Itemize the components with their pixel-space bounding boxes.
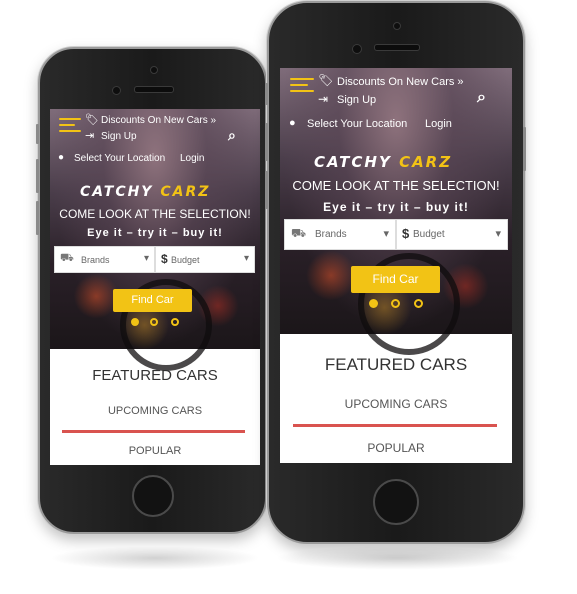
hero-banner: 🏷 Discounts On New Cars » ⇥ Sign Up ⌕ ● … (280, 68, 512, 355)
menu-icon[interactable] (59, 118, 81, 136)
site-logo: CATCHY CARZ (80, 184, 211, 200)
search-icon[interactable]: ⌕ (228, 127, 236, 144)
featured-cars-title: FEATURED CARS (92, 367, 218, 384)
map-marker-icon: ● (58, 152, 65, 163)
proximity-sensor (352, 44, 362, 54)
proximity-sensor (112, 86, 121, 95)
power-button (523, 127, 526, 171)
hero-headline: COME LOOK AT THE SELECTION! (59, 207, 251, 221)
home-button (132, 475, 174, 517)
dollar-icon: $ (402, 226, 410, 241)
carousel-dot-3[interactable] (414, 299, 423, 308)
volume-up-button (36, 159, 39, 193)
front-camera (150, 66, 158, 74)
volume-down-button (36, 201, 39, 235)
dollar-icon: $ (161, 252, 168, 266)
carousel-dot-1[interactable] (369, 299, 378, 308)
tab-popular[interactable]: POPULAR (280, 441, 512, 455)
search-icon[interactable]: ⌕ (477, 89, 486, 107)
hero-headline: COME LOOK AT THE SELECTION! (292, 178, 500, 193)
active-tab-underline (293, 424, 497, 427)
hero-tagline: Eye it – try it – buy it! (87, 227, 223, 239)
featured-cars-title: FEATURED CARS (324, 355, 468, 374)
mute-switch (36, 124, 39, 144)
map-marker-icon: ● (289, 117, 296, 129)
carousel-dot-2[interactable] (150, 318, 158, 326)
tag-icon: 🏷 (85, 114, 99, 126)
menu-icon[interactable] (290, 78, 314, 96)
tag-icon: 🏷 (318, 73, 334, 87)
car-icon: ⛟ (291, 226, 307, 240)
right-phone-screen: 🏷 Discounts On New Cars » ⇥ Sign Up ⌕ ● … (280, 68, 512, 463)
volume-up-button (265, 123, 268, 161)
home-button (373, 479, 419, 525)
tab-upcoming-cars[interactable]: UPCOMING CARS (50, 405, 260, 417)
location-link[interactable]: Select Your Location (307, 118, 407, 130)
carousel-dot-2[interactable] (391, 299, 400, 308)
tab-popular[interactable]: POPULAR (50, 445, 260, 457)
location-link[interactable]: Select Your Location (74, 153, 165, 164)
brands-select[interactable]: ⛟ Brands ▾ (284, 219, 396, 250)
earpiece-speaker (374, 44, 420, 51)
chevron-down-icon: ▾ (143, 253, 149, 264)
login-link[interactable]: Login (180, 153, 204, 164)
mute-switch (265, 83, 268, 105)
carousel-dot-3[interactable] (171, 318, 179, 326)
hero-tagline: Eye it – try it – buy it! (323, 200, 469, 214)
budget-select[interactable]: $ Budget ▾ (155, 246, 255, 273)
login-link[interactable]: Login (425, 118, 452, 130)
signup-link[interactable]: Sign Up (101, 131, 137, 142)
budget-select[interactable]: $ Budget ▾ (396, 219, 508, 250)
left-phone-screen: 🏷 Discounts On New Cars » ⇥ Sign Up ⌕ ● … (50, 109, 260, 465)
find-car-button[interactable]: Find Car (113, 289, 192, 312)
car-icon: ⛟ (60, 252, 74, 264)
tab-upcoming-cars[interactable]: UPCOMING CARS (280, 397, 512, 411)
active-tab-underline (62, 430, 245, 433)
volume-down-button (265, 171, 268, 209)
sign-in-icon: ⇥ (318, 92, 329, 106)
chevron-down-icon: ▾ (495, 228, 501, 240)
chevron-down-icon: ▾ (243, 253, 249, 264)
discounts-link[interactable]: Discounts On New Cars » (337, 76, 464, 88)
discounts-link[interactable]: Discounts On New Cars » (101, 115, 216, 126)
front-camera (393, 22, 401, 30)
chevron-down-icon: ▾ (383, 228, 389, 240)
signup-link[interactable]: Sign Up (337, 94, 376, 106)
site-logo: CATCHY CARZ (314, 153, 453, 171)
find-car-button[interactable]: Find Car (351, 266, 440, 293)
earpiece-speaker (134, 86, 174, 93)
hero-banner: 🏷 Discounts On New Cars » ⇥ Sign Up ⌕ ● … (50, 109, 260, 371)
sign-in-icon: ⇥ (85, 130, 95, 142)
carousel-dot-1[interactable] (131, 318, 139, 326)
brands-select[interactable]: ⛟ Brands ▾ (54, 246, 155, 273)
